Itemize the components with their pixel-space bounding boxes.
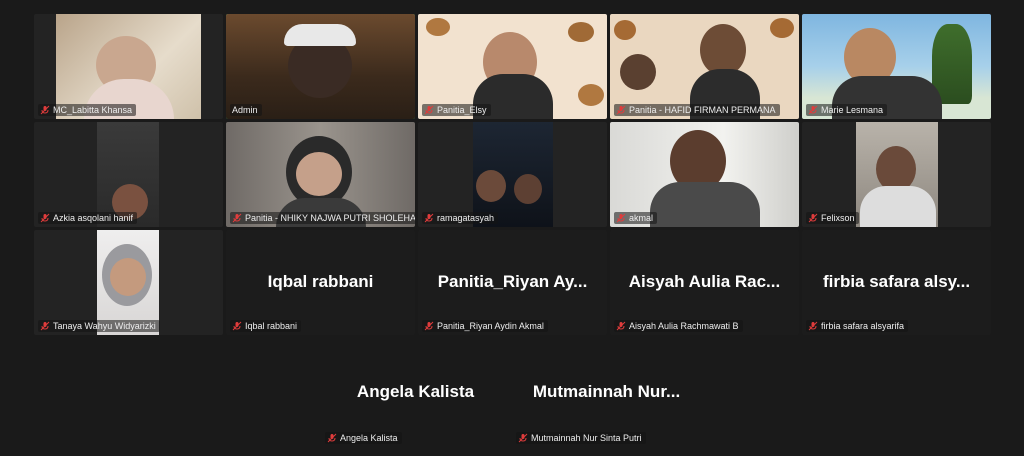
participant-display-name: firbia safara alsy... — [822, 271, 971, 291]
participant-tile-no-video[interactable]: Panitia_Riyan Ay... Panitia_Riyan Aydin … — [418, 230, 607, 335]
participant-tile[interactable]: Panitia - HAFID FIRMAN PERMANA — [610, 14, 799, 119]
participant-tile-no-video[interactable]: firbia safara alsy... firbia safara alsy… — [802, 230, 991, 335]
participant-name-label: ramagatasyah — [422, 212, 499, 224]
participant-name-label: Panitia - NHIKY NAJWA PUTRI SHOLEHA — [230, 212, 415, 224]
participant-name-label: Felixson — [806, 212, 859, 224]
participant-tile-no-video[interactable]: Aisyah Aulia Rac... Aisyah Aulia Rachmaw… — [610, 230, 799, 335]
mic-muted-icon — [40, 321, 50, 331]
participant-display-name: Iqbal rabbani — [267, 271, 374, 291]
mic-muted-icon — [424, 105, 434, 115]
participant-tile[interactable]: Panitia - NHIKY NAJWA PUTRI SHOLEHA — [226, 122, 415, 227]
participant-tile[interactable]: ramagatasyah — [418, 122, 607, 227]
mic-muted-icon — [808, 321, 818, 331]
participant-name-label: akmal — [614, 212, 658, 224]
participant-tile-no-video[interactable]: Mutmainnah Nur... Mutmainnah Nur Sinta P… — [512, 339, 701, 447]
participant-display-name: Mutmainnah Nur... — [532, 382, 681, 401]
participant-tile[interactable]: akmal — [610, 122, 799, 227]
participant-name-label: Azkia asqolani hanif — [38, 212, 138, 224]
mic-muted-icon — [40, 213, 50, 223]
mic-muted-icon — [808, 213, 818, 223]
mic-muted-icon — [232, 213, 242, 223]
participant-tile-active-speaker[interactable]: Admin — [226, 14, 415, 119]
participant-name-label: Admin — [230, 104, 262, 116]
participant-tile[interactable]: Panitia_Elsy — [418, 14, 607, 119]
mic-muted-icon — [616, 321, 626, 331]
participant-display-name: Aisyah Aulia Rac... — [628, 271, 781, 291]
participant-name-label: Tanaya Wahyu Widyarizki — [38, 320, 160, 332]
participant-name-label: firbia safara alsyarifa — [806, 320, 909, 332]
mic-muted-icon — [424, 321, 434, 331]
participant-name-label: Marie Lesmana — [806, 104, 888, 116]
participant-name-label: MC_Labitta Khansa — [38, 104, 137, 116]
participant-tile[interactable]: Felixson — [802, 122, 991, 227]
participant-name-label: Panitia_Riyan Aydin Akmal — [422, 320, 548, 332]
participant-tile[interactable]: MC_Labitta Khansa — [34, 14, 223, 119]
mic-muted-icon — [232, 321, 242, 331]
participant-name-label: Panitia - HAFID FIRMAN PERMANA — [614, 104, 780, 116]
participant-name-label: Panitia_Elsy — [422, 104, 491, 116]
participant-tile[interactable]: Tanaya Wahyu Widyarizki — [34, 230, 223, 335]
mic-muted-icon — [616, 105, 626, 115]
mic-muted-icon — [327, 433, 337, 443]
participant-tile[interactable]: Azkia asqolani hanif — [34, 122, 223, 227]
participant-name-label: Mutmainnah Nur Sinta Putri — [516, 432, 646, 444]
participant-name-label: Iqbal rabbani — [230, 320, 302, 332]
participant-display-name: Panitia_Riyan Ay... — [437, 271, 588, 291]
participant-display-name: Angela Kalista — [356, 382, 475, 401]
participant-tile[interactable]: Marie Lesmana — [802, 14, 991, 119]
mic-muted-icon — [518, 433, 528, 443]
mic-muted-icon — [616, 213, 626, 223]
mic-muted-icon — [808, 105, 818, 115]
mic-muted-icon — [40, 105, 50, 115]
participant-tile-no-video[interactable]: Angela Kalista Angela Kalista — [321, 339, 510, 447]
mic-muted-icon — [424, 213, 434, 223]
participant-name-label: Aisyah Aulia Rachmawati B — [614, 320, 743, 332]
video-grid-bottom-row: Angela Kalista Angela Kalista Mutmainnah… — [0, 339, 1024, 447]
participant-tile-no-video[interactable]: Iqbal rabbani Iqbal rabbani — [226, 230, 415, 335]
participant-name-label: Angela Kalista — [325, 432, 402, 444]
video-grid: MC_Labitta Khansa Admin Panitia_Elsy Pan… — [34, 14, 991, 335]
